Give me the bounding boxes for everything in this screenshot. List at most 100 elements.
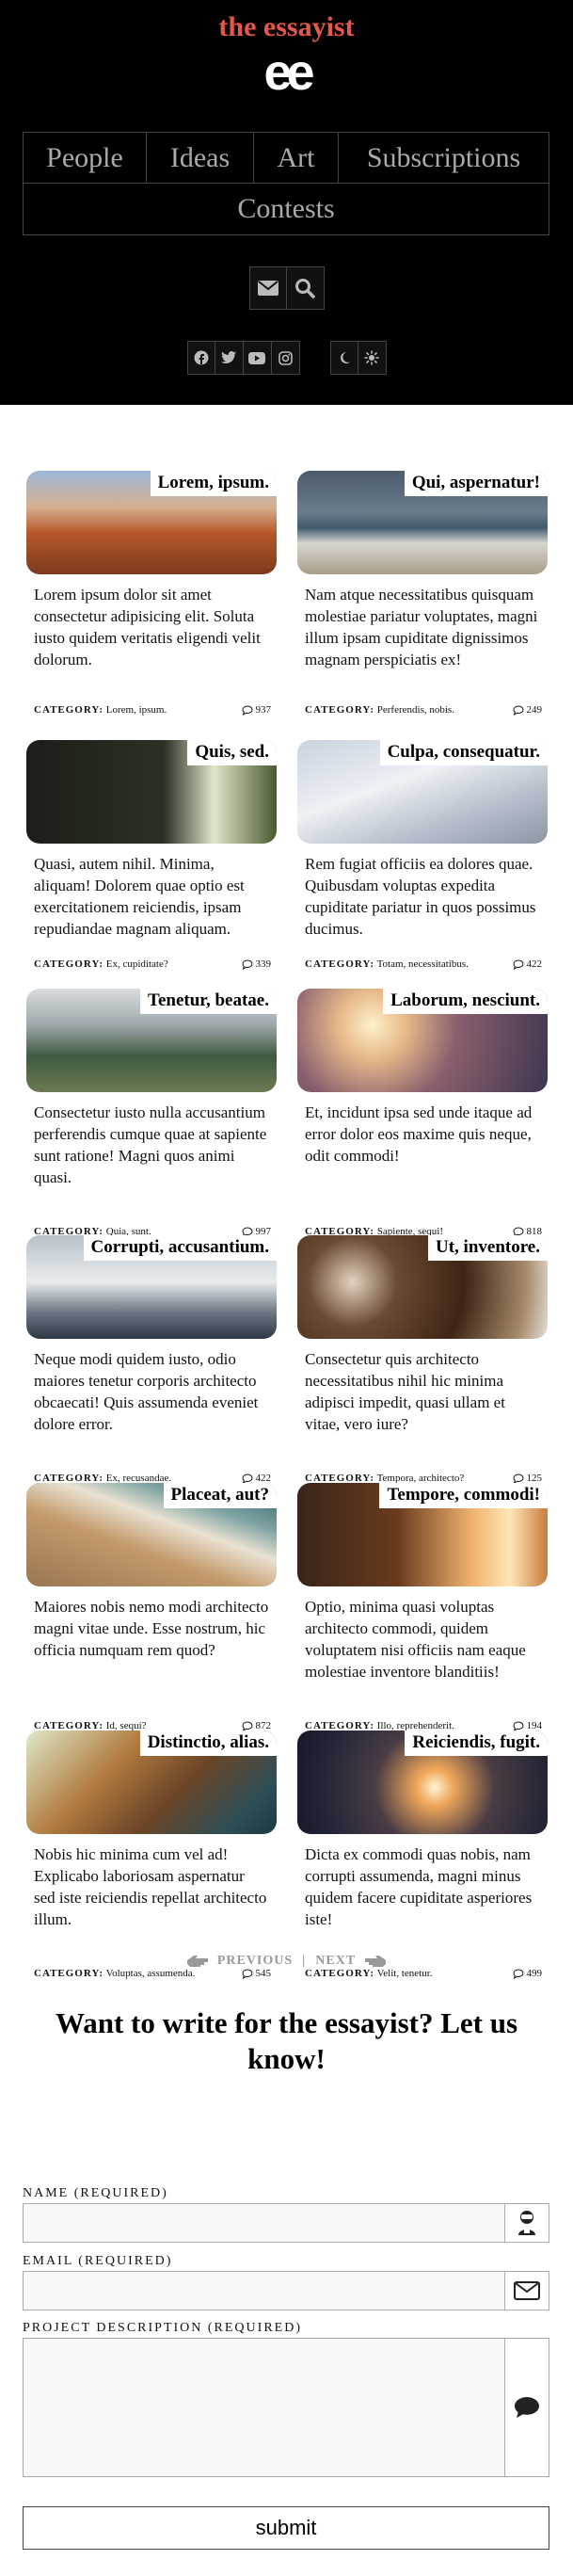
article-card[interactable]: Lorem, ipsum. Lorem ipsum dolor sit amet… — [26, 471, 277, 716]
article-card[interactable]: Quis, sed. Quasi, autem nihil. Minima, a… — [26, 740, 277, 970]
social-row — [0, 341, 573, 375]
category-value[interactable]: Lorem, ipsum. — [106, 704, 167, 716]
moon-icon — [340, 352, 350, 363]
search-icon — [295, 279, 315, 298]
article-card[interactable]: Corrupti, accusantium. Neque modi quidem… — [26, 1235, 277, 1484]
dark-mode-toggle[interactable] — [329, 341, 358, 375]
category-label: CATEGORY: — [305, 704, 375, 716]
article-title[interactable]: Placeat, aut? — [163, 1483, 277, 1508]
site-logo[interactable]: ee — [0, 47, 573, 98]
article-meta: CATEGORY: Lorem, ipsum. 937 — [26, 704, 277, 716]
nav-contests[interactable]: Contests — [23, 184, 549, 235]
article-excerpt: Consectetur iusto nulla accusantium perf… — [34, 1103, 267, 1186]
email-input[interactable] — [23, 2271, 504, 2310]
name-field — [23, 2203, 549, 2243]
article-card[interactable]: Ut, inventore. Consectetur quis architec… — [297, 1235, 548, 1484]
twitter-link[interactable] — [215, 341, 244, 375]
article-image: Laborum, nesciunt. — [297, 989, 548, 1092]
search-button[interactable] — [286, 266, 325, 310]
article-excerpt: Maiores nobis nemo modi architecto magni… — [34, 1598, 269, 1659]
article-title[interactable]: Distinctio, alias. — [139, 1731, 277, 1756]
category-label: CATEGORY: — [34, 704, 104, 716]
article-image: Corrupti, accusantium. — [26, 1235, 277, 1339]
article-meta: CATEGORY: Ex, cupiditate? 339 — [26, 958, 277, 970]
submit-button[interactable]: submit — [23, 2506, 549, 2550]
article-card[interactable]: Tempore, commodi! Optio, minima quasi vo… — [297, 1483, 548, 1731]
article-image: Tenetur, beatae. — [26, 989, 277, 1092]
comment-icon — [512, 1720, 524, 1731]
project-field — [23, 2338, 549, 2477]
article-title[interactable]: Quis, sed. — [187, 740, 277, 765]
name-label: NAME (REQUIRED) — [23, 2186, 168, 2200]
nav-subscriptions[interactable]: Subscriptions — [339, 132, 549, 184]
article-excerpt: Rem fugiat officiis ea dolores quae. Qui… — [305, 855, 536, 938]
instagram-link[interactable] — [271, 341, 300, 375]
article-card[interactable]: Reiciendis, fugit. Dicta ex commodi quas… — [297, 1731, 548, 1979]
article-card[interactable]: Distinctio, alias. Nobis hic minima cum … — [26, 1731, 277, 1979]
article-card[interactable]: Tenetur, beatae. Consectetur iusto nulla… — [26, 989, 277, 1237]
facebook-icon — [194, 350, 208, 365]
article-excerpt: Neque modi quidem iusto, odio maiores te… — [34, 1350, 259, 1433]
category-label: CATEGORY: — [305, 958, 375, 970]
article-image: Distinctio, alias. — [26, 1731, 277, 1834]
article-title[interactable]: Laborum, nesciunt. — [383, 989, 548, 1014]
email-label: EMAIL (REQUIRED) — [23, 2254, 173, 2268]
email-field — [23, 2271, 549, 2310]
comment-count: 339 — [255, 958, 272, 970]
article-title[interactable]: Corrupti, accusantium. — [83, 1235, 277, 1261]
article-excerpt: Et, incidunt ipsa sed unde itaque ad err… — [305, 1103, 533, 1165]
article-card[interactable]: Culpa, consequatur. Rem fugiat officiis … — [297, 740, 548, 970]
light-mode-toggle[interactable] — [358, 341, 387, 375]
article-meta: CATEGORY: Totam, necessitatibus. 422 — [297, 958, 548, 970]
instagram-icon — [278, 350, 293, 365]
article-excerpt: Dicta ex commodi quas nobis, nam corrupt… — [305, 1845, 533, 1928]
hand-right-icon — [365, 1956, 387, 1967]
user-icon — [518, 2211, 535, 2235]
comment-count: 422 — [526, 958, 543, 970]
envelope-button[interactable] — [248, 266, 287, 310]
article-card[interactable]: Qui, aspernatur! Nam atque necessitatibu… — [297, 471, 548, 716]
article-title[interactable]: Ut, inventore. — [428, 1235, 548, 1261]
user-icon-addon — [504, 2203, 549, 2243]
speech-bubble-icon — [515, 2397, 539, 2418]
nav-people[interactable]: People — [23, 132, 147, 184]
nav-art[interactable]: Art — [254, 132, 339, 184]
nav-ideas[interactable]: Ideas — [147, 132, 254, 184]
article-title[interactable]: Tempore, commodi! — [379, 1483, 548, 1508]
sun-icon — [364, 350, 379, 365]
article-card[interactable]: Placeat, aut? Maiores nobis nemo modi ar… — [26, 1483, 277, 1731]
article-image: Lorem, ipsum. — [26, 471, 277, 574]
envelope-outline-icon — [514, 2281, 540, 2300]
previous-link[interactable]: PREVIOUS — [217, 1954, 293, 1969]
twitter-icon — [221, 351, 236, 363]
envelope-icon — [257, 281, 279, 296]
category-value[interactable]: Ex, cupiditate? — [106, 958, 168, 970]
youtube-link[interactable] — [243, 341, 272, 375]
article-card[interactable]: Laborum, nesciunt. Et, incidunt ipsa sed… — [297, 989, 548, 1237]
article-meta: CATEGORY: Perferendis, nobis. 249 — [297, 704, 548, 716]
article-image: Placeat, aut? — [26, 1483, 277, 1586]
category-value[interactable]: Totam, necessitatibus. — [377, 958, 469, 970]
facebook-link[interactable] — [186, 341, 215, 375]
name-input[interactable] — [23, 2203, 504, 2243]
article-title[interactable]: Culpa, consequatur. — [379, 740, 548, 765]
site-title[interactable]: the essayist — [0, 11, 573, 43]
project-textarea[interactable] — [23, 2338, 504, 2477]
pagination: PREVIOUS | NEXT — [0, 1954, 573, 1969]
article-image: Qui, aspernatur! — [297, 471, 548, 574]
comment-icon — [241, 704, 253, 716]
article-excerpt: Optio, minima quasi voluptas architecto … — [305, 1598, 526, 1681]
category-value[interactable]: Perferendis, nobis. — [377, 704, 454, 716]
hand-left-icon — [186, 1956, 208, 1967]
comment-icon — [241, 1720, 253, 1731]
comment-icon — [512, 1473, 524, 1484]
article-grid: Lorem, ipsum. Lorem ipsum dolor sit amet… — [0, 405, 573, 1979]
article-image: Tempore, commodi! — [297, 1483, 548, 1586]
article-title[interactable]: Qui, aspernatur! — [404, 471, 548, 496]
pager-separator: | — [302, 1954, 307, 1968]
article-title[interactable]: Reiciendis, fugit. — [405, 1731, 548, 1756]
next-link[interactable]: NEXT — [315, 1954, 356, 1969]
article-title[interactable]: Tenetur, beatae. — [140, 989, 277, 1014]
form-heading: Want to write for the essayist? Let us k… — [55, 2006, 518, 2075]
article-title[interactable]: Lorem, ipsum. — [150, 471, 277, 496]
